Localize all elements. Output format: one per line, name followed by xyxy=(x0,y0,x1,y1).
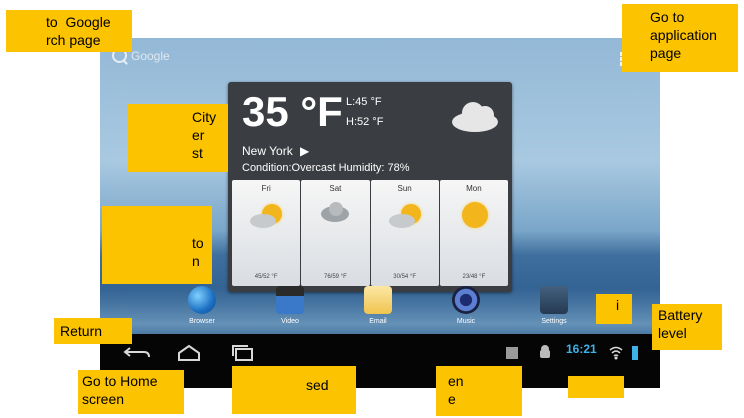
callout-application-page: Go to application page xyxy=(622,4,738,72)
callout-wifi: i xyxy=(596,294,632,324)
android-icon xyxy=(538,344,552,362)
speaker-icon xyxy=(452,286,480,314)
wifi-icon xyxy=(608,344,624,362)
low-temperature: L:45 °F xyxy=(346,96,382,108)
current-temperature: 35 °F xyxy=(242,88,343,135)
dock-label: Music xyxy=(456,318,476,325)
dock-browser[interactable]: Browser xyxy=(172,286,232,325)
forecast-temps: 45/52 °F xyxy=(254,274,278,280)
high-temperature: H:52 °F xyxy=(346,116,384,128)
globe-icon xyxy=(188,286,216,314)
forecast-day-name: Sat xyxy=(329,184,342,193)
forecast-day-name: Sun xyxy=(397,184,412,193)
callout-clock xyxy=(568,376,624,398)
callout-recent-used: sed xyxy=(232,366,356,414)
callout-return: Return xyxy=(54,318,132,344)
screenshot-icon[interactable] xyxy=(504,344,520,362)
forecast-day-name: Mon xyxy=(466,184,482,193)
recent-apps-icon[interactable] xyxy=(228,344,258,362)
partly-cloudy-icon xyxy=(248,202,284,232)
forecast-day: Fri 45/52 °F xyxy=(232,180,301,286)
weather-condition: Condition:Overcast Humidity: 78% xyxy=(242,162,410,174)
forecast-temps: 23/48 °F xyxy=(462,274,486,280)
forecast-day: Sun 30/54 °F xyxy=(370,180,439,286)
envelope-icon xyxy=(364,286,392,314)
callout-home-screen: Go to Home screen xyxy=(78,370,184,414)
play-arrow-icon[interactable]: ▶ xyxy=(300,144,309,158)
dock-video[interactable]: Video xyxy=(260,286,320,325)
overcast-cloud-icon xyxy=(446,100,502,134)
app-dock: Browser Video Email Music Settings xyxy=(100,286,660,334)
home-icon[interactable] xyxy=(174,344,204,362)
callout-battery-level: Battery level xyxy=(652,304,722,350)
thunderstorm-icon xyxy=(317,202,353,232)
dock-settings[interactable]: Settings xyxy=(524,286,584,325)
sliders-icon xyxy=(540,286,568,314)
google-label: Google xyxy=(131,48,170,63)
dock-label: Settings xyxy=(541,318,567,325)
forecast-temps: 76/59 °F xyxy=(324,274,347,280)
dock-music[interactable]: Music xyxy=(436,286,496,325)
callout-google-search: to Google rch page xyxy=(6,10,132,52)
callout-city-weather: City er st xyxy=(128,104,228,172)
dock-label: Video xyxy=(281,318,299,325)
dock-label: Browser xyxy=(189,318,215,325)
forecast-day: Sat 76/59 °F xyxy=(301,180,370,286)
dock-email[interactable]: Email xyxy=(348,286,408,325)
status-clock: 16:21 xyxy=(566,342,597,356)
city-name[interactable]: New York ▶ xyxy=(242,144,309,158)
weather-widget[interactable]: 35 °F L:45 °F H:52 °F New York ▶ Conditi… xyxy=(228,82,512,292)
forecast-row: Fri 45/52 °F Sat 76/59 °F Sun 30/54 °F M… xyxy=(232,180,508,286)
partly-cloudy-icon xyxy=(387,202,423,232)
clapperboard-icon xyxy=(276,286,304,314)
back-icon[interactable] xyxy=(122,344,152,362)
battery-icon xyxy=(630,344,640,362)
callout-screenshot: en e xyxy=(436,366,522,416)
callout-browser: to n xyxy=(102,206,212,284)
sunny-icon xyxy=(456,202,492,232)
forecast-temps: 30/54 °F xyxy=(393,274,416,280)
dock-label: Email xyxy=(369,318,387,325)
forecast-day: Mon 23/48 °F xyxy=(439,180,508,286)
forecast-day-name: Fri xyxy=(261,184,271,193)
